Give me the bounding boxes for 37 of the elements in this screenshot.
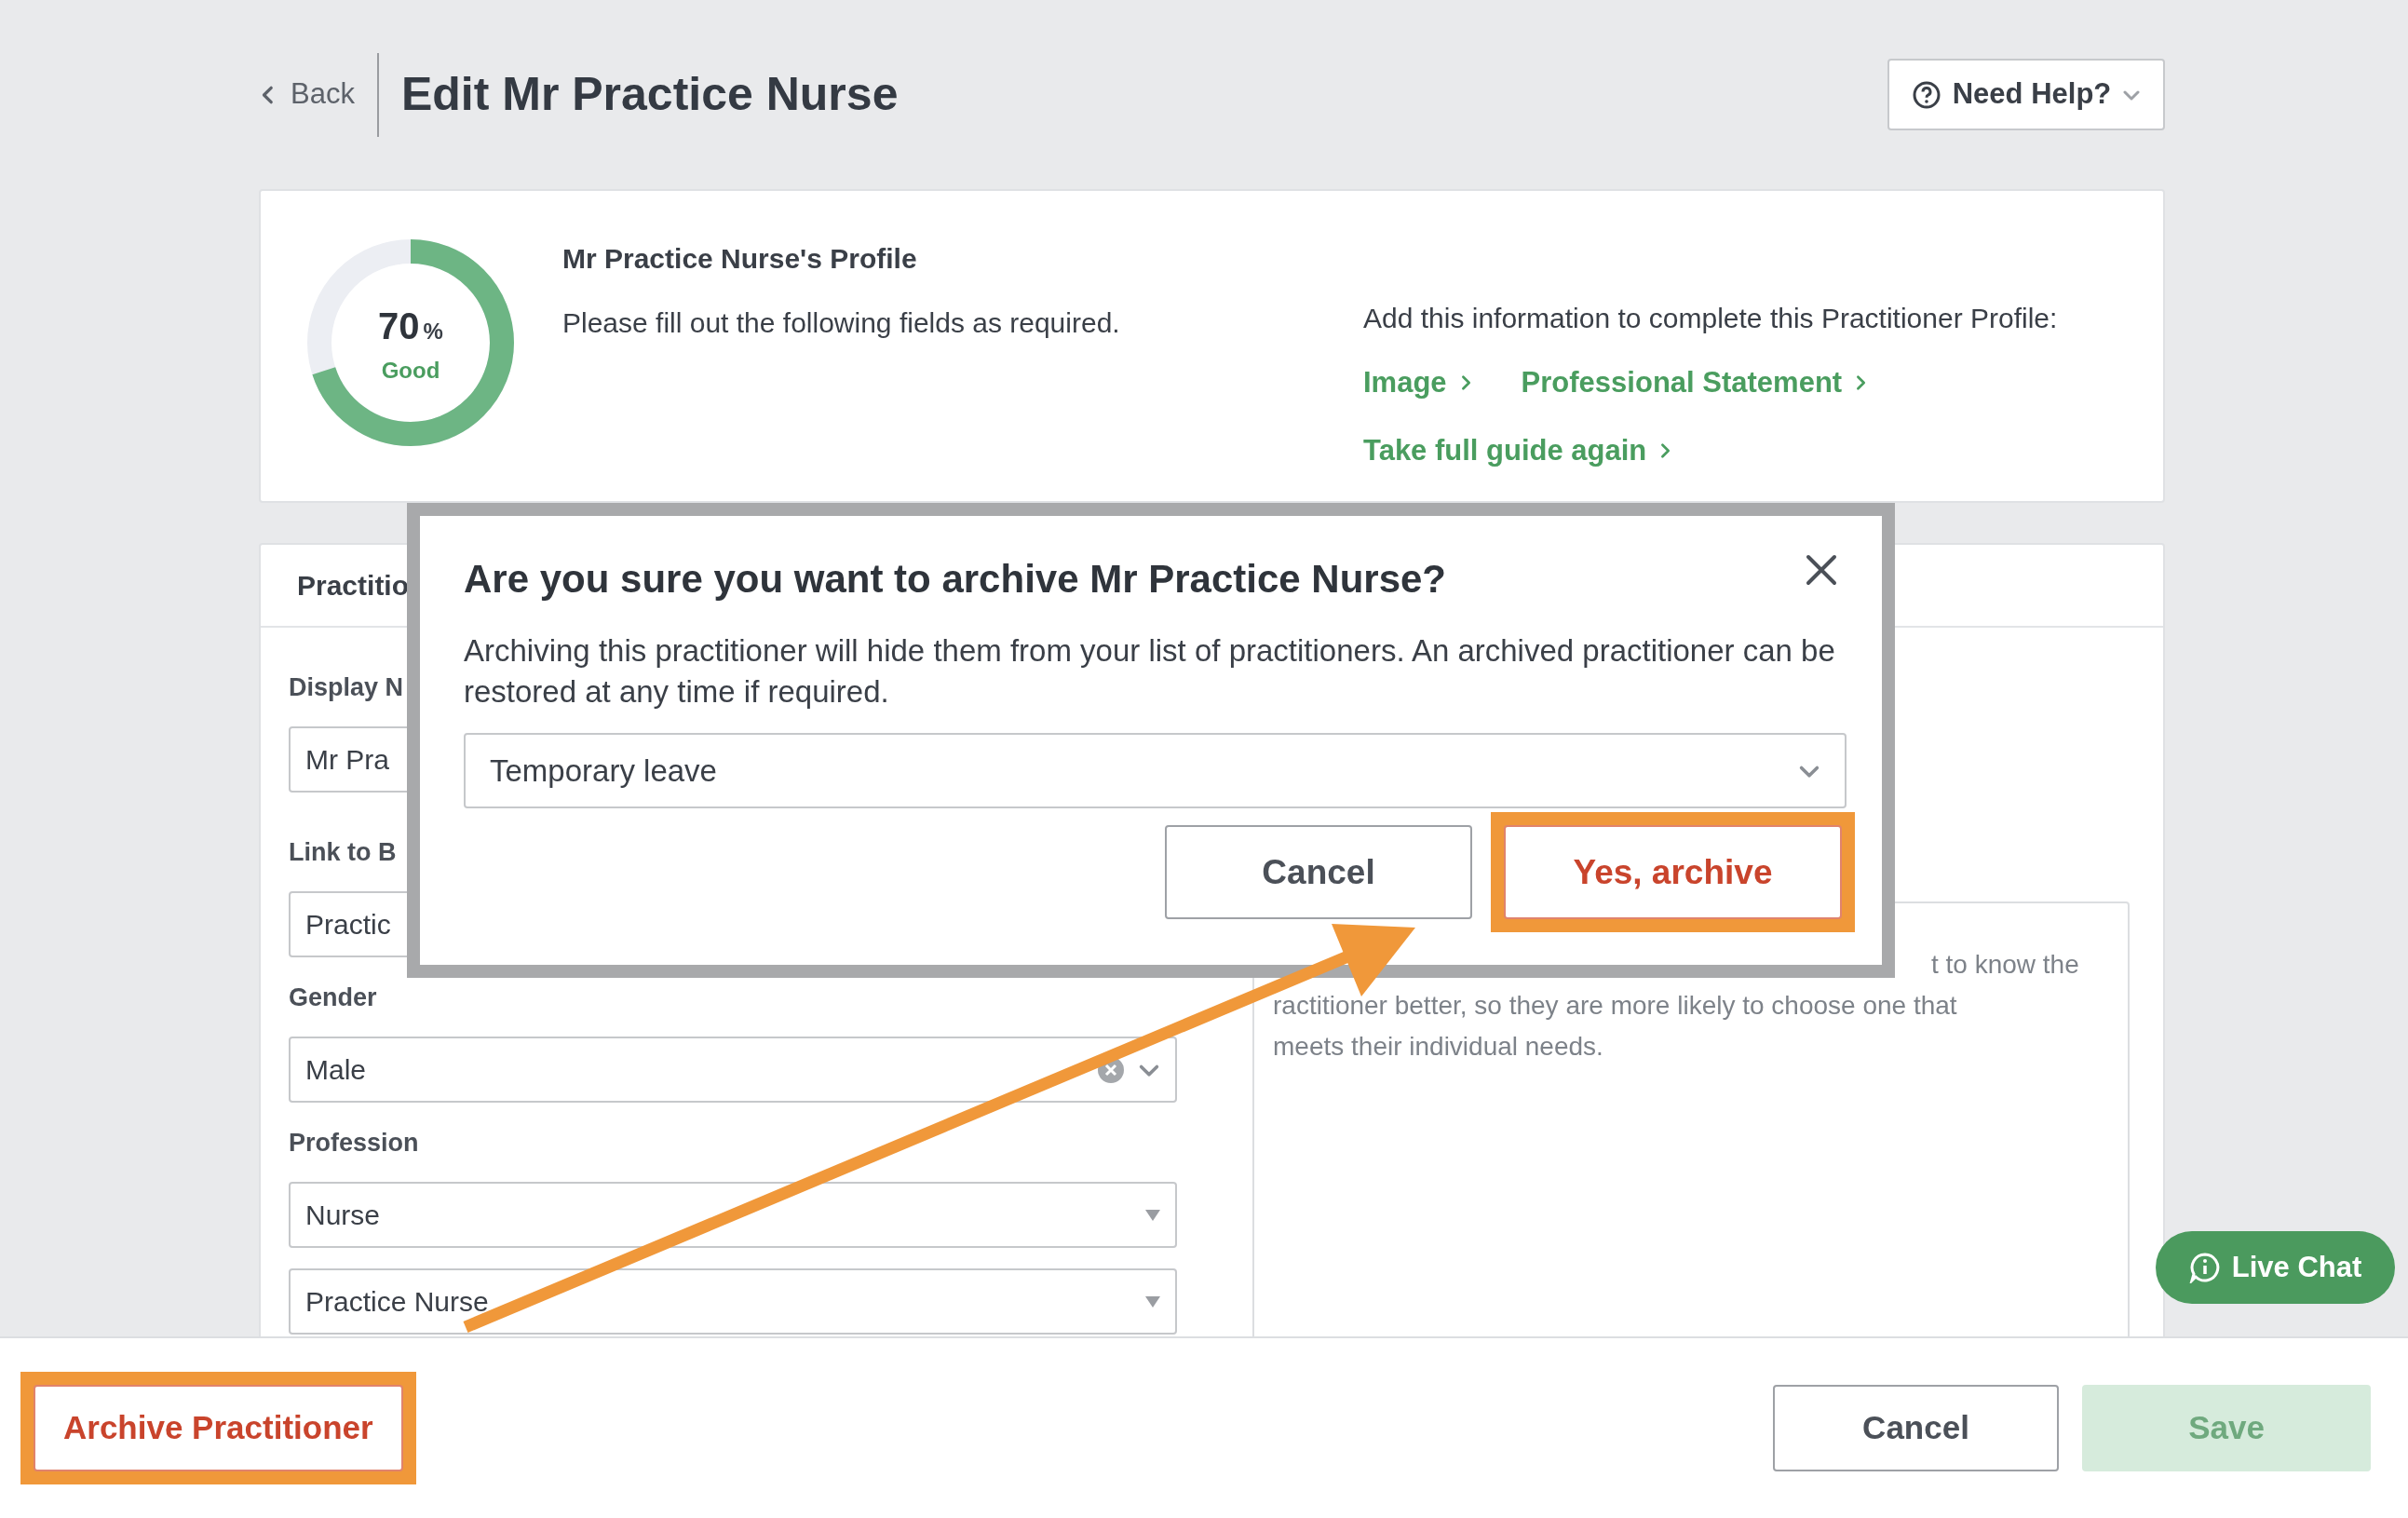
reason-select[interactable]: Temporary leave xyxy=(464,733,1847,808)
field-value: Male xyxy=(305,1053,367,1087)
profile-link[interactable]: Image xyxy=(1363,361,1475,405)
instruction-text: Please fill out the following fields as required. xyxy=(562,306,1121,340)
back-link[interactable]: Back xyxy=(259,52,379,137)
field-label: Display N xyxy=(289,672,404,703)
score-unit: % xyxy=(423,318,443,346)
field-label: Link to B xyxy=(289,837,397,868)
confirm-archive-button[interactable]: Yes, archive xyxy=(1504,825,1842,919)
dropdown-triangle-icon xyxy=(1145,1295,1160,1308)
gender-select[interactable]: Male xyxy=(289,1037,1177,1103)
profile-link[interactable]: Take full guide again xyxy=(1363,428,1675,472)
field-label: Profession xyxy=(289,1128,419,1159)
select-field[interactable]: Practice Nurse xyxy=(289,1268,1177,1335)
dialog-cancel-button[interactable]: Cancel xyxy=(1165,825,1472,919)
score-value: 70 xyxy=(378,305,420,348)
section-tab[interactable]: Practitio xyxy=(297,564,410,606)
dropdown-triangle-icon xyxy=(1145,1209,1160,1221)
cancel-button[interactable]: Cancel xyxy=(1773,1385,2059,1471)
help-icon xyxy=(1911,79,1941,110)
close-icon[interactable] xyxy=(1805,553,1838,587)
dialog-message: Archiving this practitioner will hide them from your list of practitioners. An archived practitioner can be restored at any time if required. xyxy=(464,632,1836,711)
field-label: Gender xyxy=(289,983,377,1013)
help-button[interactable]: Need Help? xyxy=(1887,59,2165,130)
field-value: Nurse xyxy=(305,1199,381,1232)
profile-link[interactable]: Professional Statement xyxy=(1521,361,1871,405)
back-label: Back xyxy=(291,76,355,113)
score-rating: Good xyxy=(381,357,440,385)
profile-heading: Mr Practice Nurse's Profile xyxy=(562,242,918,276)
live-chat-button[interactable]: Live Chat xyxy=(2156,1231,2395,1304)
completion-prompt: Add this information to complete this Practitioner Profile: xyxy=(1363,302,2058,335)
field-value: Practice Nurse xyxy=(305,1285,489,1319)
page-title: Edit Mr Practice Nurse xyxy=(400,67,899,122)
info-chat-icon xyxy=(2188,1252,2221,1283)
dialog-title: Are you sure you want to archive Mr Practice Nurse? xyxy=(464,556,1446,603)
select-field[interactable]: Nurse xyxy=(289,1182,1177,1248)
archive-practitioner-button[interactable]: Archive Practitioner xyxy=(34,1385,403,1471)
